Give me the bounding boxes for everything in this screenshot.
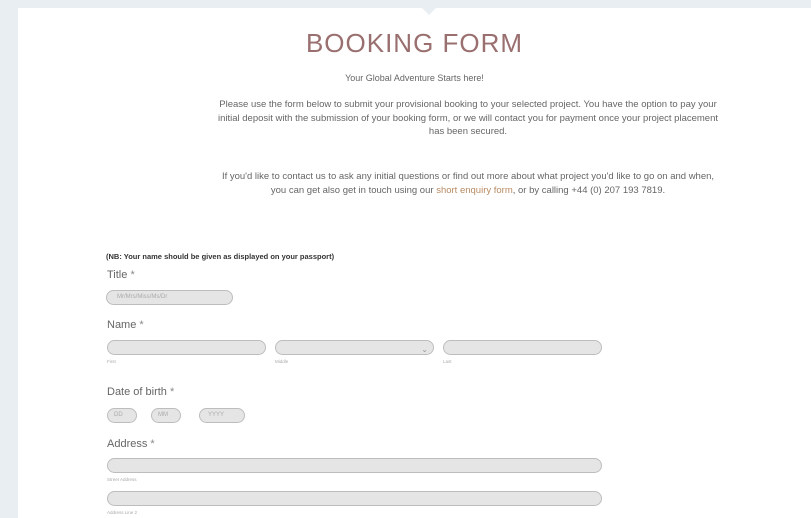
last-name-input[interactable]	[443, 340, 602, 355]
name-label: Name *	[107, 319, 144, 331]
first-name-input[interactable]	[107, 340, 266, 355]
tagline: Your Global Adventure Starts here!	[345, 73, 484, 83]
last-name-sublabel: Last	[443, 359, 452, 364]
booking-form-page: BOOKING FORM Your Global Adventure Start…	[18, 8, 811, 518]
dob-month-placeholder: MM	[158, 412, 168, 418]
chevron-down-icon: ⌄	[421, 345, 428, 354]
page-title: BOOKING FORM	[305, 28, 524, 58]
passport-note: (NB: Your name should be given as displa…	[106, 252, 335, 261]
dob-year-placeholder: YYYY	[208, 412, 225, 418]
title-select[interactable]: Mr/Mrs/Miss/Ms/Dr	[106, 290, 233, 305]
required-mark: *	[150, 438, 155, 450]
address-line-2-input[interactable]	[107, 491, 602, 506]
short-enquiry-form-link[interactable]: short enquiry form	[436, 185, 513, 196]
address-label: Address *	[107, 438, 155, 450]
intro-text-after-link: , or by calling +44 (0) 207 193 7819.	[512, 184, 666, 196]
required-mark: *	[169, 386, 175, 398]
street-address-sublabel: Street Address	[107, 477, 137, 482]
dob-day-input[interactable]: DD	[107, 408, 137, 423]
dob-label: Date of birth *	[107, 386, 174, 398]
intro-paragraph-2: If you'd like to contact us to ask any i…	[213, 170, 723, 197]
intro-paragraph-1: Please use the form below to submit your…	[217, 99, 719, 137]
middle-name-input[interactable]: ⌄	[275, 340, 434, 355]
dob-label-text: Date of birth	[107, 386, 167, 398]
required-mark: *	[139, 319, 144, 331]
title-select-value: Mr/Mrs/Miss/Ms/Dr	[117, 294, 168, 300]
address-label-text: Address	[107, 438, 148, 450]
top-notch-decoration	[422, 8, 436, 15]
middle-name-sublabel: Middle	[275, 359, 289, 364]
dob-year-input[interactable]: YYYY	[199, 408, 245, 423]
dob-day-placeholder: DD	[114, 412, 123, 418]
required-mark: *	[130, 269, 135, 281]
address-line-2-sublabel: Address Line 2	[107, 510, 138, 515]
street-address-input[interactable]	[107, 458, 602, 473]
title-label-text: Title	[107, 269, 128, 281]
dob-month-input[interactable]: MM	[151, 408, 181, 423]
first-name-sublabel: First	[107, 359, 116, 364]
name-label-text: Name	[107, 319, 137, 331]
title-label: Title *	[107, 269, 135, 281]
